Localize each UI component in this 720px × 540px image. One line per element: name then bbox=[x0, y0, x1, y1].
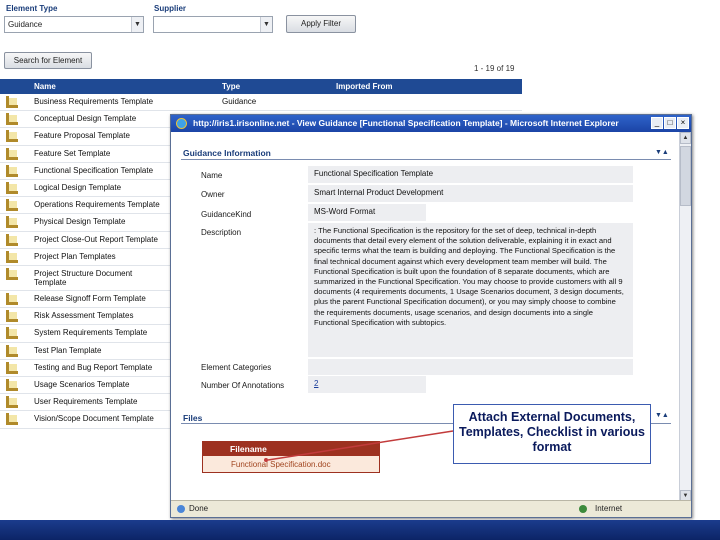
slide-footer-bar bbox=[0, 520, 720, 540]
callout-box: Attach External Documents, Templates, Ch… bbox=[453, 404, 651, 464]
